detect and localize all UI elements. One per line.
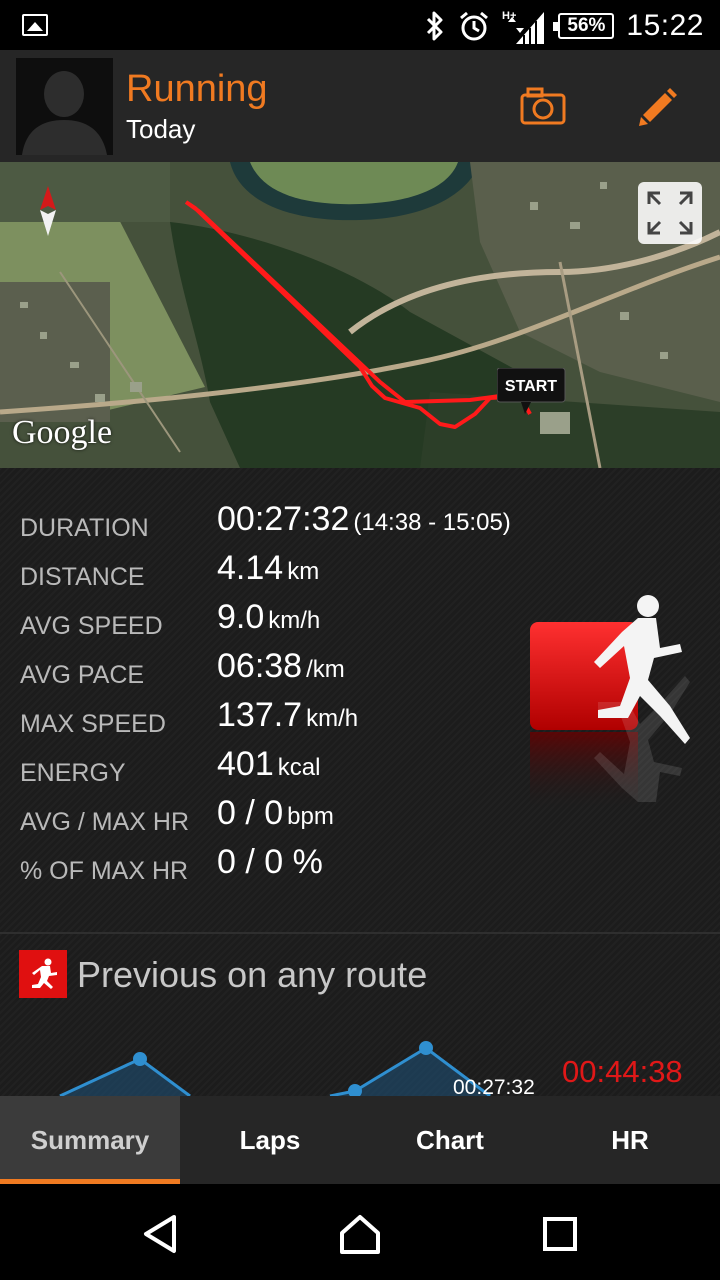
stat-unit: (14:38 - 15:05): [353, 509, 511, 536]
stat-unit: kcal: [277, 754, 321, 781]
image-notification-icon: [22, 14, 48, 36]
running-sport-icon[interactable]: [520, 588, 700, 828]
stat-label: AVG / MAX HR: [20, 808, 190, 836]
previous-time-current: 00:27:32: [453, 1076, 535, 1096]
stat-unit: /km: [306, 656, 345, 683]
status-icons: H+ 56% 15:22: [424, 6, 704, 46]
pencil-icon: [639, 88, 677, 126]
home-icon: [340, 1215, 380, 1254]
stat-label: DURATION: [20, 514, 149, 542]
avatar[interactable]: [16, 58, 113, 155]
expand-icon: [647, 191, 693, 235]
stat-unit: km: [287, 558, 320, 585]
stat-max-hr-percent: % OF MAX HR 0 / 0 %: [0, 843, 720, 892]
stat-value: 137.7: [217, 696, 303, 734]
stat-value: 9.0: [217, 598, 265, 636]
bluetooth-icon: [427, 11, 443, 41]
stat-unit: km/h: [268, 607, 321, 634]
tab-summary[interactable]: Summary: [0, 1096, 180, 1184]
tab-laps[interactable]: Laps: [180, 1096, 360, 1184]
camera-icon: [520, 87, 566, 125]
stat-value: 401: [217, 745, 274, 783]
stat-label: AVG SPEED: [20, 612, 163, 640]
compass-icon: [40, 186, 56, 236]
camera-button[interactable]: [515, 78, 571, 134]
stat-label: DISTANCE: [20, 563, 145, 591]
start-marker: START: [496, 367, 567, 423]
stat-label: % OF MAX HR: [20, 857, 189, 885]
activity-title: Running: [126, 68, 268, 110]
expand-map-button[interactable]: [638, 182, 702, 244]
app-header: Running Today: [0, 50, 720, 162]
stat-value: 00:27:32: [217, 500, 350, 538]
stat-duration: DURATION 00:27:32 (14:38 - 15:05): [0, 500, 720, 549]
alarm-icon: [460, 11, 489, 41]
activity-date: Today: [126, 114, 196, 144]
status-time: 15:22: [626, 9, 704, 42]
previous-title: Previous on any route: [77, 954, 428, 995]
stat-value: 4.14: [217, 549, 284, 587]
back-button[interactable]: [130, 1204, 190, 1264]
stat-value: 0 / 0: [217, 794, 284, 832]
previous-time-best: 00:44:38: [562, 1054, 683, 1089]
stat-value: 06:38: [217, 647, 303, 685]
status-bar: H+ 56% 15:22: [0, 0, 720, 50]
summary-stats: DURATION 00:27:32 (14:38 - 15:05) DISTANC…: [0, 468, 720, 934]
stat-label: AVG PACE: [20, 661, 145, 689]
previous-section[interactable]: Previous on any route 00:27:32 00:44:38: [0, 934, 720, 1096]
recents-icon: [543, 1217, 577, 1251]
stat-unit: km/h: [306, 705, 359, 732]
edit-button[interactable]: [630, 78, 686, 134]
bottom-tabs: Summary Laps Chart HR: [0, 1096, 720, 1184]
system-nav-bar: [0, 1184, 720, 1280]
battery-icon: 56%: [553, 13, 615, 39]
back-icon: [144, 1215, 176, 1253]
signal-icon: H+: [502, 10, 545, 44]
google-attribution: Google: [12, 414, 113, 451]
stat-label: MAX SPEED: [20, 710, 166, 738]
running-icon: [19, 950, 67, 998]
stat-unit: bpm: [287, 803, 334, 830]
route-map[interactable]: Google: [0, 162, 720, 468]
stat-label: ENERGY: [20, 759, 126, 787]
start-label: START: [505, 378, 557, 395]
tab-hr[interactable]: HR: [540, 1096, 720, 1184]
home-button[interactable]: [330, 1204, 390, 1264]
tab-chart[interactable]: Chart: [360, 1096, 540, 1184]
recents-button[interactable]: [530, 1204, 590, 1264]
stat-value: 0 / 0 %: [217, 843, 323, 881]
